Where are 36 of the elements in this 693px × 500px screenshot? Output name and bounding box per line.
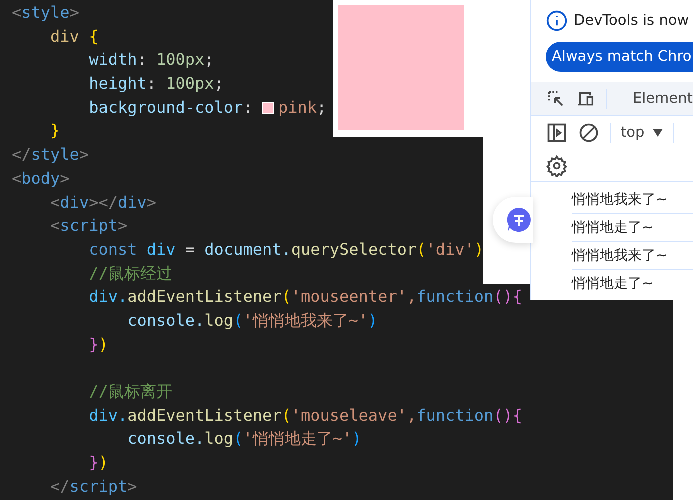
code-line: <body> [12, 168, 70, 190]
elements-tab[interactable]: Element [632, 90, 693, 106]
settings-icon[interactable] [546, 154, 568, 176]
console-message: 悄悄地我来了~ [572, 186, 693, 214]
code-line: }) [88, 334, 108, 356]
code-line: <script> [50, 215, 128, 238]
code-line: const div = document.querySelector('div') [88, 238, 484, 261]
code-line: width: 100px; [88, 49, 214, 72]
color-swatch-icon[interactable] [262, 102, 274, 114]
clear-icon[interactable] [578, 122, 600, 144]
speech-bubble-icon [506, 207, 532, 233]
code-line: div.addEventListener('mouseenter',function(){ [88, 286, 523, 308]
context-dropdown[interactable]: top [621, 125, 663, 141]
code-line: <style> [12, 2, 80, 24]
translate-button[interactable] [493, 197, 533, 243]
code-line: background-color: pink; [88, 96, 327, 119]
info-icon [546, 10, 568, 32]
code-line: </script> [50, 476, 138, 498]
caret-icon [652, 129, 663, 137]
console-message: 悄悄地走了~ [572, 275, 655, 294]
code-line: </style> [12, 144, 90, 166]
code-line: //鼠标离开 [88, 381, 172, 403]
code-line: console.log('悄悄地我来了~') [126, 310, 378, 332]
code-line: height: 100px; [88, 73, 224, 96]
code-line: <div></div> [50, 192, 157, 214]
code-line: } [50, 120, 60, 142]
match-theme-button[interactable]: Always match Chro [546, 42, 693, 72]
sidebar-icon[interactable] [546, 122, 568, 144]
code-line: div { [50, 26, 99, 48]
console-message: 悄悄地我来了~ [572, 242, 693, 270]
code-line: div.addEventListener('mouseleave',function(){ [88, 404, 523, 427]
code-line: }) [88, 452, 108, 474]
notice-text: DevTools is now [574, 13, 690, 29]
console-message: 悄悄地走了~ [572, 214, 693, 242]
code-line: //鼠标经过 [88, 262, 172, 285]
code-line: console.log('悄悄地走了~') [126, 428, 362, 450]
